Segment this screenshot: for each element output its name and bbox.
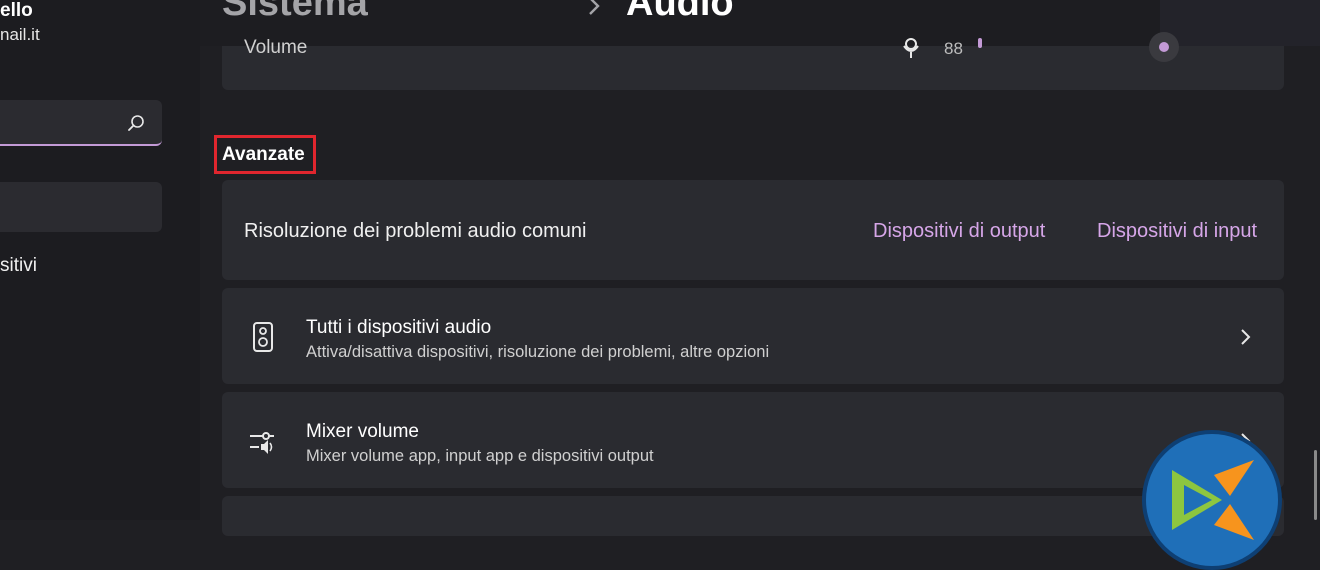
row-title: Tutti i dispositivi audio [306,317,492,338]
troubleshoot-label: Risoluzione dei problemi audio comuni [244,220,587,242]
row-title: Mixer volume [306,421,419,442]
speaker-icon [253,322,273,352]
search-icon[interactable] [126,113,146,133]
all-audio-devices-row[interactable]: Tutti i dispositivi audio Attiva/disatti… [222,288,1284,384]
volume-label: Volume [244,37,308,58]
mixer-icon [250,432,274,454]
volume-value: 88 [944,39,963,58]
input-devices-link[interactable]: Dispositivi di input [1097,220,1257,243]
row-subtitle: Mixer volume app, input app e dispositiv… [306,447,654,465]
scrollbar[interactable] [1314,450,1317,520]
troubleshoot-card: Risoluzione dei problemi audio comuni Di… [222,180,1284,280]
output-devices-link[interactable]: Dispositivi di output [873,220,1045,243]
next-settings-row[interactable] [222,496,1284,536]
sidebar-item-devices[interactable]: sitivi [0,255,37,277]
breadcrumb-parent[interactable]: Sistema [222,0,368,25]
volume-card: Volume 88 [222,32,1284,90]
chevron-right-icon [1241,329,1251,345]
row-subtitle: Attiva/disattiva dispositivi, risoluzion… [306,343,770,361]
volume-mixer-row[interactable]: Mixer volume Mixer volume app, input app… [222,392,1284,488]
user-name: ello [0,0,33,21]
search-input[interactable] [0,100,162,146]
breadcrumb-chevron-icon [589,0,600,15]
watermark-logo-icon [1142,430,1282,570]
user-email: nail.it [0,25,40,44]
section-title-advanced: Avanzate [214,135,316,174]
page-title: Audio [626,0,734,24]
sidebar: ello nail.it sitivi [0,0,200,520]
sidebar-item-system[interactable] [0,182,162,232]
microphone-icon [903,38,919,58]
volume-slider-thumb[interactable] [1149,32,1179,62]
header-corner [1160,0,1320,46]
volume-slider-fill [978,38,982,48]
